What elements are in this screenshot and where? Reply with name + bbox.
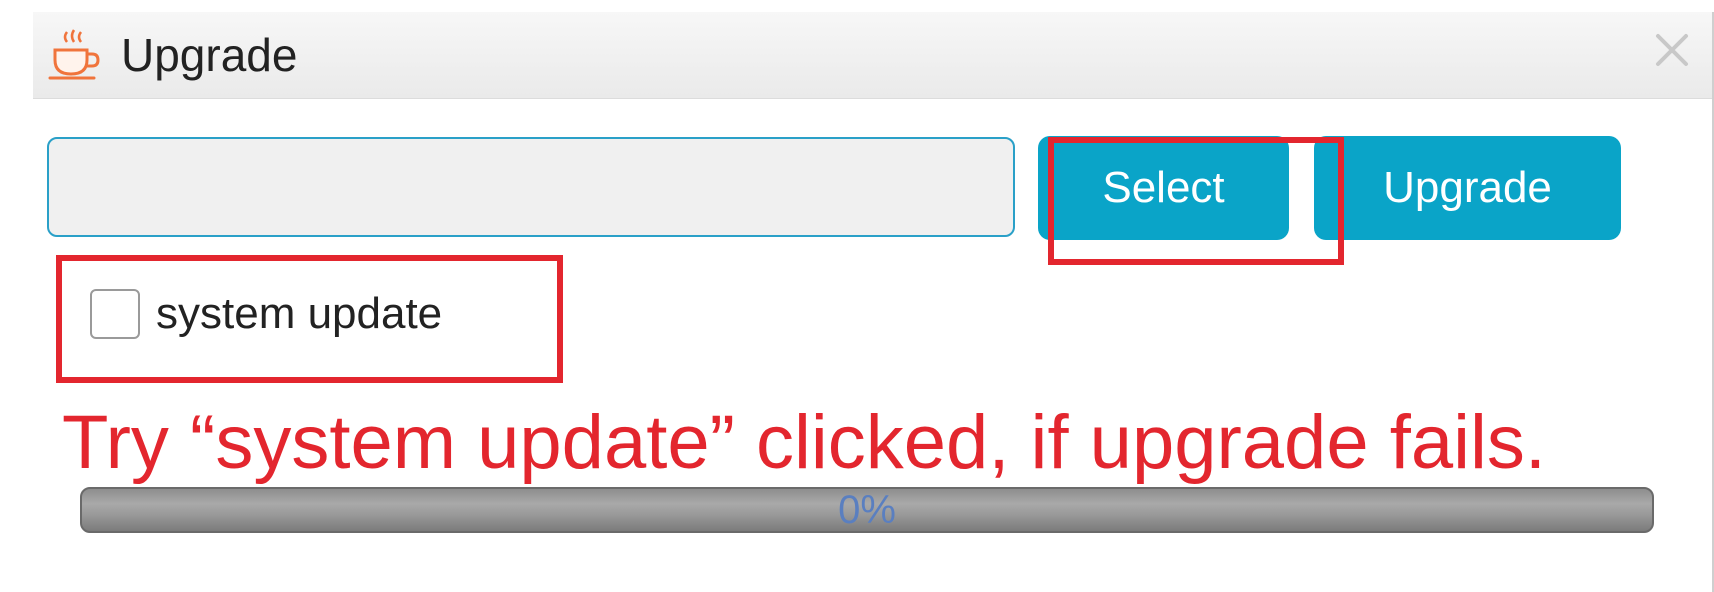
dialog-titlebar: Upgrade [33, 12, 1714, 99]
close-icon[interactable] [1652, 30, 1692, 70]
upgrade-progress-bar: 0% [80, 487, 1654, 533]
upgrade-button[interactable]: Upgrade [1314, 136, 1621, 240]
coffee-cup-icon [48, 29, 100, 80]
file-path-input[interactable] [47, 137, 1015, 237]
annotation-text: Try “system update” clicked, if upgrade … [62, 400, 1546, 485]
page: Upgrade Select Upgrade system update Try… [0, 0, 1714, 592]
progress-label: 0% [838, 487, 896, 532]
dialog-title: Upgrade [121, 29, 298, 81]
system-update-label: system update [156, 289, 443, 338]
select-button[interactable]: Select [1038, 136, 1289, 240]
system-update-checkbox[interactable] [90, 289, 140, 339]
system-update-option[interactable]: system update [90, 286, 442, 342]
